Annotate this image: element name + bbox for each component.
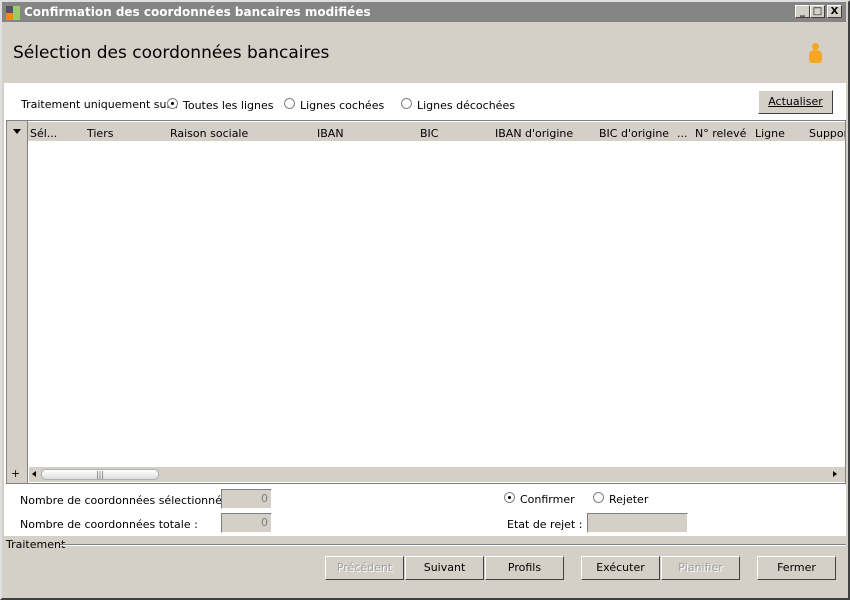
app-icon	[6, 6, 20, 20]
radio-confirm-label[interactable]: Confirmer	[520, 493, 575, 506]
total-count-label: Nombre de coordonnées totale :	[20, 518, 198, 531]
total-count-field: 0	[221, 513, 272, 533]
radio-unchecked-lines-label[interactable]: Lignes décochées	[417, 99, 515, 112]
col-raison-sociale[interactable]: Raison sociale	[170, 127, 248, 140]
col-select[interactable]: Sél...	[30, 127, 57, 140]
close-window-button[interactable]: Fermer	[757, 556, 836, 580]
col-support[interactable]: Suppor	[809, 127, 845, 140]
maximize-button[interactable]: □	[810, 5, 825, 18]
page-title: Sélection des coordonnées bancaires	[13, 43, 330, 63]
reject-state-label: Etat de rejet :	[507, 518, 583, 531]
schedule-button[interactable]: Planifier	[661, 556, 740, 580]
radio-unchecked-lines[interactable]	[401, 98, 412, 109]
horizontal-scrollbar[interactable]: |||	[29, 467, 845, 482]
col-more[interactable]: ...	[677, 127, 688, 140]
close-button[interactable]: X	[827, 5, 842, 18]
radio-all-lines[interactable]	[167, 98, 178, 109]
window-title: Confirmation des coordonnées bancaires m…	[24, 5, 371, 19]
minimize-button[interactable]: _	[795, 5, 810, 18]
radio-checked-lines-label[interactable]: Lignes cochées	[300, 99, 384, 112]
radio-all-lines-label[interactable]: Toutes les lignes	[183, 99, 273, 112]
radio-confirm[interactable]	[504, 492, 515, 503]
refresh-button[interactable]: Actualiser	[758, 90, 833, 114]
radio-reject-label[interactable]: Rejeter	[609, 493, 648, 506]
scroll-left-icon[interactable]	[32, 471, 36, 477]
selected-count-field: 0	[221, 489, 272, 509]
group-divider	[60, 544, 846, 546]
previous-button[interactable]: Précédent	[325, 556, 404, 580]
data-grid[interactable]: Sél... Tiers Raison sociale IBAN BIC IBA…	[6, 120, 846, 484]
scroll-right-icon[interactable]	[833, 471, 837, 477]
execute-button[interactable]: Exécuter	[581, 556, 660, 580]
col-ligne[interactable]: Ligne	[755, 127, 785, 140]
col-tiers[interactable]: Tiers	[87, 127, 113, 140]
title-bar: Confirmation des coordonnées bancaires m…	[2, 2, 846, 22]
col-bic[interactable]: BIC	[420, 127, 438, 140]
reject-state-field	[587, 513, 688, 533]
user-icon	[808, 43, 822, 65]
radio-reject[interactable]	[593, 492, 604, 503]
grid-row-header: +	[7, 121, 28, 483]
selected-count-label: Nombre de coordonnées sélectionnées :	[20, 494, 242, 507]
col-bic-origine[interactable]: BIC d'origine	[599, 127, 669, 140]
scroll-thumb[interactable]: |||	[41, 469, 159, 480]
col-iban[interactable]: IBAN	[317, 127, 344, 140]
grid-header: Sél... Tiers Raison sociale IBAN BIC IBA…	[7, 122, 845, 141]
col-iban-origine[interactable]: IBAN d'origine	[495, 127, 573, 140]
treatment-group-label: Traitement	[6, 538, 66, 551]
column-menu-icon[interactable]	[13, 129, 21, 134]
radio-checked-lines[interactable]	[284, 98, 295, 109]
expand-button[interactable]: +	[11, 467, 27, 480]
next-button[interactable]: Suivant	[405, 556, 484, 580]
filter-label: Traitement uniquement sur :	[21, 98, 179, 111]
profiles-button[interactable]: Profils	[485, 556, 564, 580]
col-releve[interactable]: N° relevé	[695, 127, 746, 140]
